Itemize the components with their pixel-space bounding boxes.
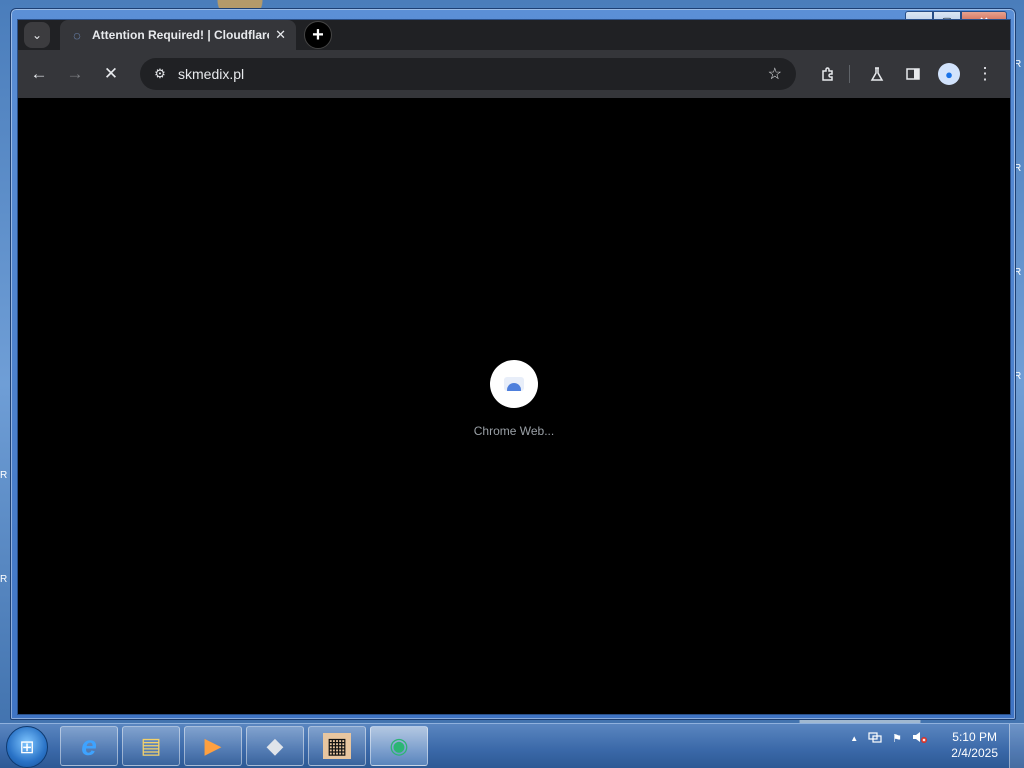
profile-icon: ● [938, 63, 960, 85]
clock-date: 2/4/2025 [951, 746, 998, 760]
taskbar-chrome[interactable]: ◉ [370, 726, 428, 766]
show-hidden-icons-button[interactable]: ▲ [850, 734, 858, 743]
page-content: Chrome Web... [18, 98, 1010, 714]
url-text[interactable]: skmedix.pl [178, 66, 244, 82]
browser-window: ▁ ▢ ✕ ⌄ ◌ Attention Required! | Cloudfla… [10, 8, 1016, 720]
taskbar-minecraft[interactable]: ▦ [308, 726, 366, 766]
toolbar-divider [849, 65, 850, 83]
side-panel-icon[interactable] [898, 59, 928, 89]
labs-icon[interactable] [862, 59, 892, 89]
tune-icon[interactable]: ⚙ [150, 66, 170, 82]
folder-icon: ▤ [140, 733, 162, 758]
loading-globe-icon: ◌ [73, 27, 81, 43]
tab-search-button[interactable]: ⌄ [24, 22, 50, 48]
action-center-flag-icon[interactable]: ⚑ [892, 732, 902, 745]
tab-active[interactable]: ◌ Attention Required! | Cloudflare ✕ [60, 20, 296, 50]
desktop-edge-labels-left: R R [0, 470, 7, 678]
clock-time: 5:10 PM [952, 730, 997, 744]
chrome-icon: ◉ [389, 733, 409, 758]
tab-strip: ⌄ ◌ Attention Required! | Cloudflare ✕ + [18, 20, 1010, 50]
address-bar[interactable]: ⚙ skmedix.pl ☆ [140, 58, 796, 90]
minecraft-icon: ▦ [322, 733, 352, 759]
back-button[interactable]: ← [24, 59, 54, 89]
edge-label: R [0, 574, 8, 585]
stop-loading-button[interactable]: ✕ [96, 59, 126, 89]
chrome-browser: ⌄ ◌ Attention Required! | Cloudflare ✕ +… [17, 19, 1011, 715]
edge-label: R [0, 470, 8, 481]
profile-button[interactable]: ● [934, 59, 964, 89]
network-icon[interactable] [868, 730, 882, 747]
taskbar-roblox[interactable]: ◆ [246, 726, 304, 766]
toolbar-right: ● ⋮ [807, 59, 1000, 89]
toolbar: ← → ✕ ⚙ skmedix.pl ☆ ● ⋮ [18, 50, 1010, 99]
loading-spinner [490, 360, 538, 408]
media-player-icon: ▶ [204, 733, 222, 758]
start-button[interactable]: ⊞ [6, 726, 48, 768]
tab-title: Attention Required! | Cloudflare [92, 28, 270, 42]
volume-muted-icon[interactable] [912, 730, 928, 747]
system-tray: ▲ ⚑ [850, 730, 928, 747]
menu-button[interactable]: ⋮ [970, 59, 1000, 89]
taskbar-clock[interactable]: 5:10 PM 2/4/2025 [951, 729, 998, 761]
loading-label: Chrome Web... [473, 424, 555, 438]
tab-close-icon[interactable]: ✕ [275, 27, 286, 43]
taskbar-media-player[interactable]: ▶ [184, 726, 242, 766]
taskbar: ⊞ e ▤ ▶ ◆ ▦ ◉ ▲ ⚑ 5:10 PM 2/4/2025 [0, 723, 1024, 768]
taskbar-internet-explorer[interactable]: e [60, 726, 118, 766]
show-desktop-button[interactable] [1009, 724, 1024, 768]
extensions-icon[interactable] [813, 59, 843, 89]
taskbar-file-explorer[interactable]: ▤ [122, 726, 180, 766]
chrome-web-store-icon [504, 377, 524, 391]
new-tab-button[interactable]: + [304, 21, 332, 49]
bookmark-star-icon[interactable]: ☆ [768, 64, 782, 84]
internet-explorer-icon: e [81, 730, 97, 761]
roblox-icon: ◆ [266, 733, 284, 758]
forward-button[interactable]: → [60, 59, 90, 89]
